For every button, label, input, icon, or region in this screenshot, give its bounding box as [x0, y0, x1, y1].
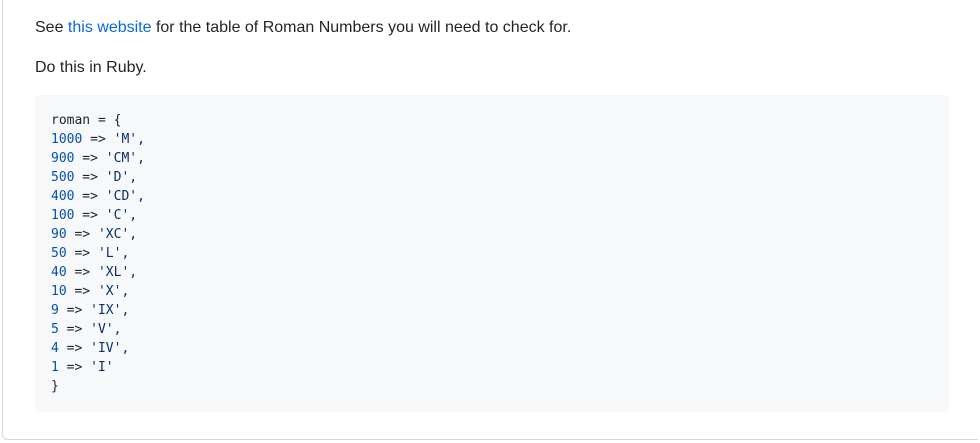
code-line: 500 => 'D',: [51, 168, 933, 187]
code-close: }: [51, 379, 59, 394]
code-line: 50 => 'L',: [51, 244, 933, 263]
code-line: 9 => 'IX',: [51, 301, 933, 320]
code-arrow: =>: [58, 360, 91, 375]
code-number: 4: [51, 341, 59, 356]
code-value: 'CM',: [105, 151, 145, 166]
code-number: 400: [51, 189, 75, 204]
code-value: 'D',: [105, 170, 138, 185]
code-number: 900: [51, 151, 75, 166]
code-arrow: =>: [74, 170, 106, 185]
code-arrow: =>: [74, 151, 106, 166]
code-value: 'X',: [97, 284, 130, 299]
code-value: 'C',: [105, 208, 138, 223]
code-line: 90 => 'XC',: [51, 225, 933, 244]
code-line: 900 => 'CM',: [51, 149, 933, 168]
code-value: 'L',: [97, 246, 130, 261]
code-value: 'M',: [113, 132, 145, 147]
code-number: 90: [51, 227, 67, 242]
code-line: 400 => 'CD',: [51, 187, 933, 206]
content-card: See this website for the table of Roman …: [2, 0, 978, 440]
code-line-open: roman = {: [51, 111, 933, 130]
code-number: 1000: [51, 132, 83, 147]
code-arrow: =>: [58, 322, 91, 337]
code-arrow: =>: [74, 189, 106, 204]
code-value: 'XC',: [97, 227, 138, 242]
code-block: roman = { 1000 => 'M', 900 => 'CM', 500 …: [35, 95, 949, 412]
code-number: 1: [51, 360, 59, 375]
code-value: 'CD',: [105, 189, 145, 204]
code-value: 'I': [90, 360, 114, 375]
roman-table-link[interactable]: this website: [68, 19, 152, 36]
code-arrow: =>: [58, 341, 91, 356]
code-number: 10: [51, 284, 67, 299]
code-arrow: =>: [66, 265, 98, 280]
code-open: roman = {: [51, 113, 122, 128]
code-arrow: =>: [66, 227, 98, 242]
code-value: 'V',: [90, 322, 122, 337]
code-arrow: =>: [82, 132, 114, 147]
code-number: 40: [51, 265, 67, 280]
code-number: 9: [51, 303, 59, 318]
intro-paragraph: See this website for the table of Roman …: [35, 16, 571, 40]
code-number: 100: [51, 208, 75, 223]
code-line: 4 => 'IV',: [51, 339, 933, 358]
code-line: 1 => 'I': [51, 358, 933, 377]
code-line: 10 => 'X',: [51, 282, 933, 301]
intro-suffix: for the table of Roman Numbers you will …: [151, 19, 572, 36]
code-line: 100 => 'C',: [51, 206, 933, 225]
code-number: 50: [51, 246, 67, 261]
code-value: 'IX',: [90, 303, 130, 318]
language-note: Do this in Ruby.: [35, 59, 147, 76]
code-number: 500: [51, 170, 75, 185]
code-arrow: =>: [58, 303, 91, 318]
code-line: 5 => 'V',: [51, 320, 933, 339]
code-arrow: =>: [66, 246, 98, 261]
code-line: 1000 => 'M',: [51, 130, 933, 149]
code-value: 'IV',: [90, 341, 130, 356]
code-value: 'XL',: [97, 265, 138, 280]
code-arrow: =>: [66, 284, 98, 299]
intro-prefix: See: [35, 19, 68, 36]
code-line: 40 => 'XL',: [51, 263, 933, 282]
code-arrow: =>: [74, 208, 106, 223]
code-number: 5: [51, 322, 59, 337]
code-line-close: }: [51, 377, 933, 396]
